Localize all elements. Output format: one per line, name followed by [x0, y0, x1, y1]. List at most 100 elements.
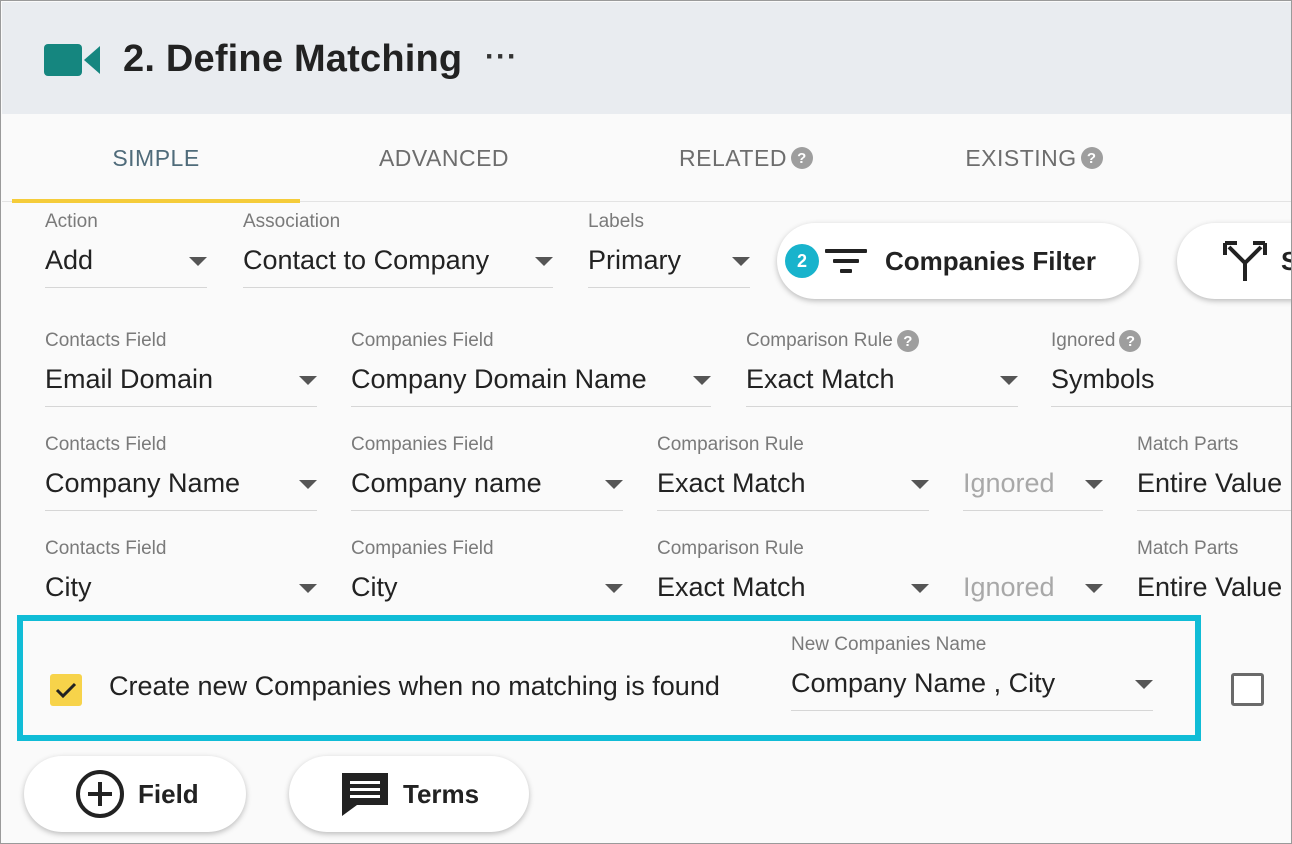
- page-header: 2. Define Matching ···: [2, 2, 1291, 114]
- field-label: Comparison Rule: [746, 330, 893, 351]
- field-label: Companies Field: [351, 538, 494, 559]
- field-value: Symbols: [1051, 364, 1155, 394]
- chevron-down-icon: [299, 584, 317, 593]
- terms-label: Terms: [403, 778, 480, 809]
- labels-select[interactable]: Labels Primary: [588, 211, 750, 291]
- field-label: Contacts Field: [45, 434, 167, 455]
- tab-bar: SIMPLE ADVANCED RELATED ? EXISTING ?: [2, 114, 1291, 203]
- tab-simple[interactable]: SIMPLE: [12, 114, 300, 203]
- split-button[interactable]: S: [1177, 223, 1291, 299]
- help-icon[interactable]: ?: [790, 147, 813, 169]
- unchecked-checkbox[interactable]: [1231, 673, 1264, 706]
- field-value: Exact Match: [657, 468, 806, 498]
- chevron-down-icon: [911, 584, 929, 593]
- field-value: Email Domain: [45, 364, 214, 394]
- help-icon[interactable]: ?: [1080, 147, 1103, 169]
- chevron-down-icon: [605, 584, 623, 593]
- companies-field-select[interactable]: Companies Field Company Domain Name: [351, 330, 711, 410]
- video-camera-icon: [44, 44, 100, 76]
- help-icon[interactable]: ?: [1119, 330, 1142, 352]
- ignored-select[interactable]: Ignored ? Symbols: [1051, 330, 1291, 410]
- action-select[interactable]: Action Add: [45, 211, 207, 291]
- field-value: Company Name: [45, 468, 241, 498]
- split-button-label: S: [1281, 246, 1291, 277]
- contacts-field-select[interactable]: Contacts Field Company Name: [45, 434, 317, 514]
- tab-label: RELATED: [679, 144, 787, 171]
- field-value: Ignored: [963, 468, 1055, 498]
- chevron-down-icon: [911, 480, 929, 489]
- add-field-label: Field: [138, 778, 199, 809]
- help-icon[interactable]: ?: [896, 330, 919, 352]
- field-label: Labels: [588, 211, 644, 232]
- field-value: Ignored: [963, 572, 1055, 602]
- comparison-rule-select[interactable]: Comparison Rule Exact Match: [657, 434, 929, 514]
- chevron-down-icon: [1085, 584, 1103, 593]
- field-value: Company Name , City: [791, 668, 1056, 698]
- field-label: Contacts Field: [45, 538, 167, 559]
- field-value: Exact Match: [746, 364, 895, 394]
- field-value: City: [351, 572, 398, 602]
- field-value: Company name: [351, 468, 542, 498]
- chevron-down-icon: [535, 257, 553, 266]
- app-window: 2. Define Matching ··· SIMPLE ADVANCED R…: [0, 0, 1292, 844]
- field-label: Action: [45, 211, 98, 232]
- field-value: Entire Value: [1137, 468, 1283, 498]
- terms-button[interactable]: Terms: [289, 756, 529, 832]
- chevron-down-icon: [693, 376, 711, 385]
- chevron-down-icon: [1085, 480, 1103, 489]
- chevron-down-icon: [299, 376, 317, 385]
- field-value: Company Domain Name: [351, 364, 647, 394]
- ignored-select[interactable]: Ignored: [963, 538, 1103, 618]
- field-value: City: [45, 572, 92, 602]
- field-value: Contact to Company: [243, 245, 490, 275]
- create-new-label: Create new Companies when no matching is…: [109, 671, 720, 701]
- filter-button-label: Companies Filter: [885, 245, 1096, 276]
- comparison-rule-select[interactable]: Comparison Rule Exact Match: [657, 538, 929, 618]
- page-title: 2. Define Matching: [123, 38, 463, 80]
- call-split-icon: [1223, 241, 1267, 281]
- more-options-button[interactable]: ···: [485, 40, 518, 74]
- companies-field-select[interactable]: Companies Field City: [351, 538, 623, 618]
- field-value: Primary: [588, 245, 681, 275]
- field-label: New Companies Name: [791, 634, 987, 655]
- field-value: Entire Value: [1137, 572, 1283, 602]
- tab-existing[interactable]: EXISTING ?: [890, 114, 1178, 202]
- field-label: Association: [243, 211, 341, 232]
- chevron-down-icon: [1000, 376, 1018, 385]
- ignored-select[interactable]: Ignored: [963, 434, 1103, 514]
- filter-count-badge: 2: [785, 244, 819, 278]
- filter-icon: [825, 249, 867, 273]
- tab-label: SIMPLE: [112, 144, 200, 171]
- match-parts-select[interactable]: Match Parts Entire Value: [1137, 434, 1291, 514]
- field-label: Comparison Rule: [657, 434, 804, 455]
- field-value: Add: [45, 245, 94, 275]
- chevron-down-icon: [299, 480, 317, 489]
- contacts-field-select[interactable]: Contacts Field Email Domain: [45, 330, 317, 410]
- comparison-rule-select[interactable]: Comparison Rule ? Exact Match: [746, 330, 1018, 410]
- field-label: Ignored: [1051, 330, 1116, 351]
- chevron-down-icon: [732, 257, 750, 266]
- tab-label: EXISTING: [965, 144, 1077, 171]
- chevron-down-icon: [189, 257, 207, 266]
- tab-related[interactable]: RELATED ?: [602, 114, 890, 202]
- new-companies-name-select[interactable]: New Companies Name Company Name , City: [791, 634, 1153, 714]
- chevron-down-icon: [605, 480, 623, 489]
- add-circle-icon: [76, 770, 124, 818]
- field-label: Match Parts: [1137, 434, 1239, 455]
- create-new-checkbox[interactable]: [50, 674, 82, 706]
- field-value: Exact Match: [657, 572, 806, 602]
- association-select[interactable]: Association Contact to Company: [243, 211, 553, 291]
- contacts-field-select[interactable]: Contacts Field City: [45, 538, 317, 618]
- chevron-down-icon: [1135, 680, 1153, 689]
- companies-filter-button[interactable]: 2 Companies Filter: [777, 223, 1139, 299]
- field-label: Comparison Rule: [657, 538, 804, 559]
- match-parts-select[interactable]: Match Parts Entire Value: [1137, 538, 1291, 618]
- field-label: Companies Field: [351, 330, 494, 351]
- tab-advanced[interactable]: ADVANCED: [300, 114, 588, 202]
- companies-field-select[interactable]: Companies Field Company name: [351, 434, 623, 514]
- add-field-button[interactable]: Field: [24, 756, 246, 832]
- check-icon: [55, 682, 77, 699]
- tab-label: ADVANCED: [378, 144, 510, 171]
- field-label: Match Parts: [1137, 538, 1239, 559]
- comment-icon: [342, 773, 388, 816]
